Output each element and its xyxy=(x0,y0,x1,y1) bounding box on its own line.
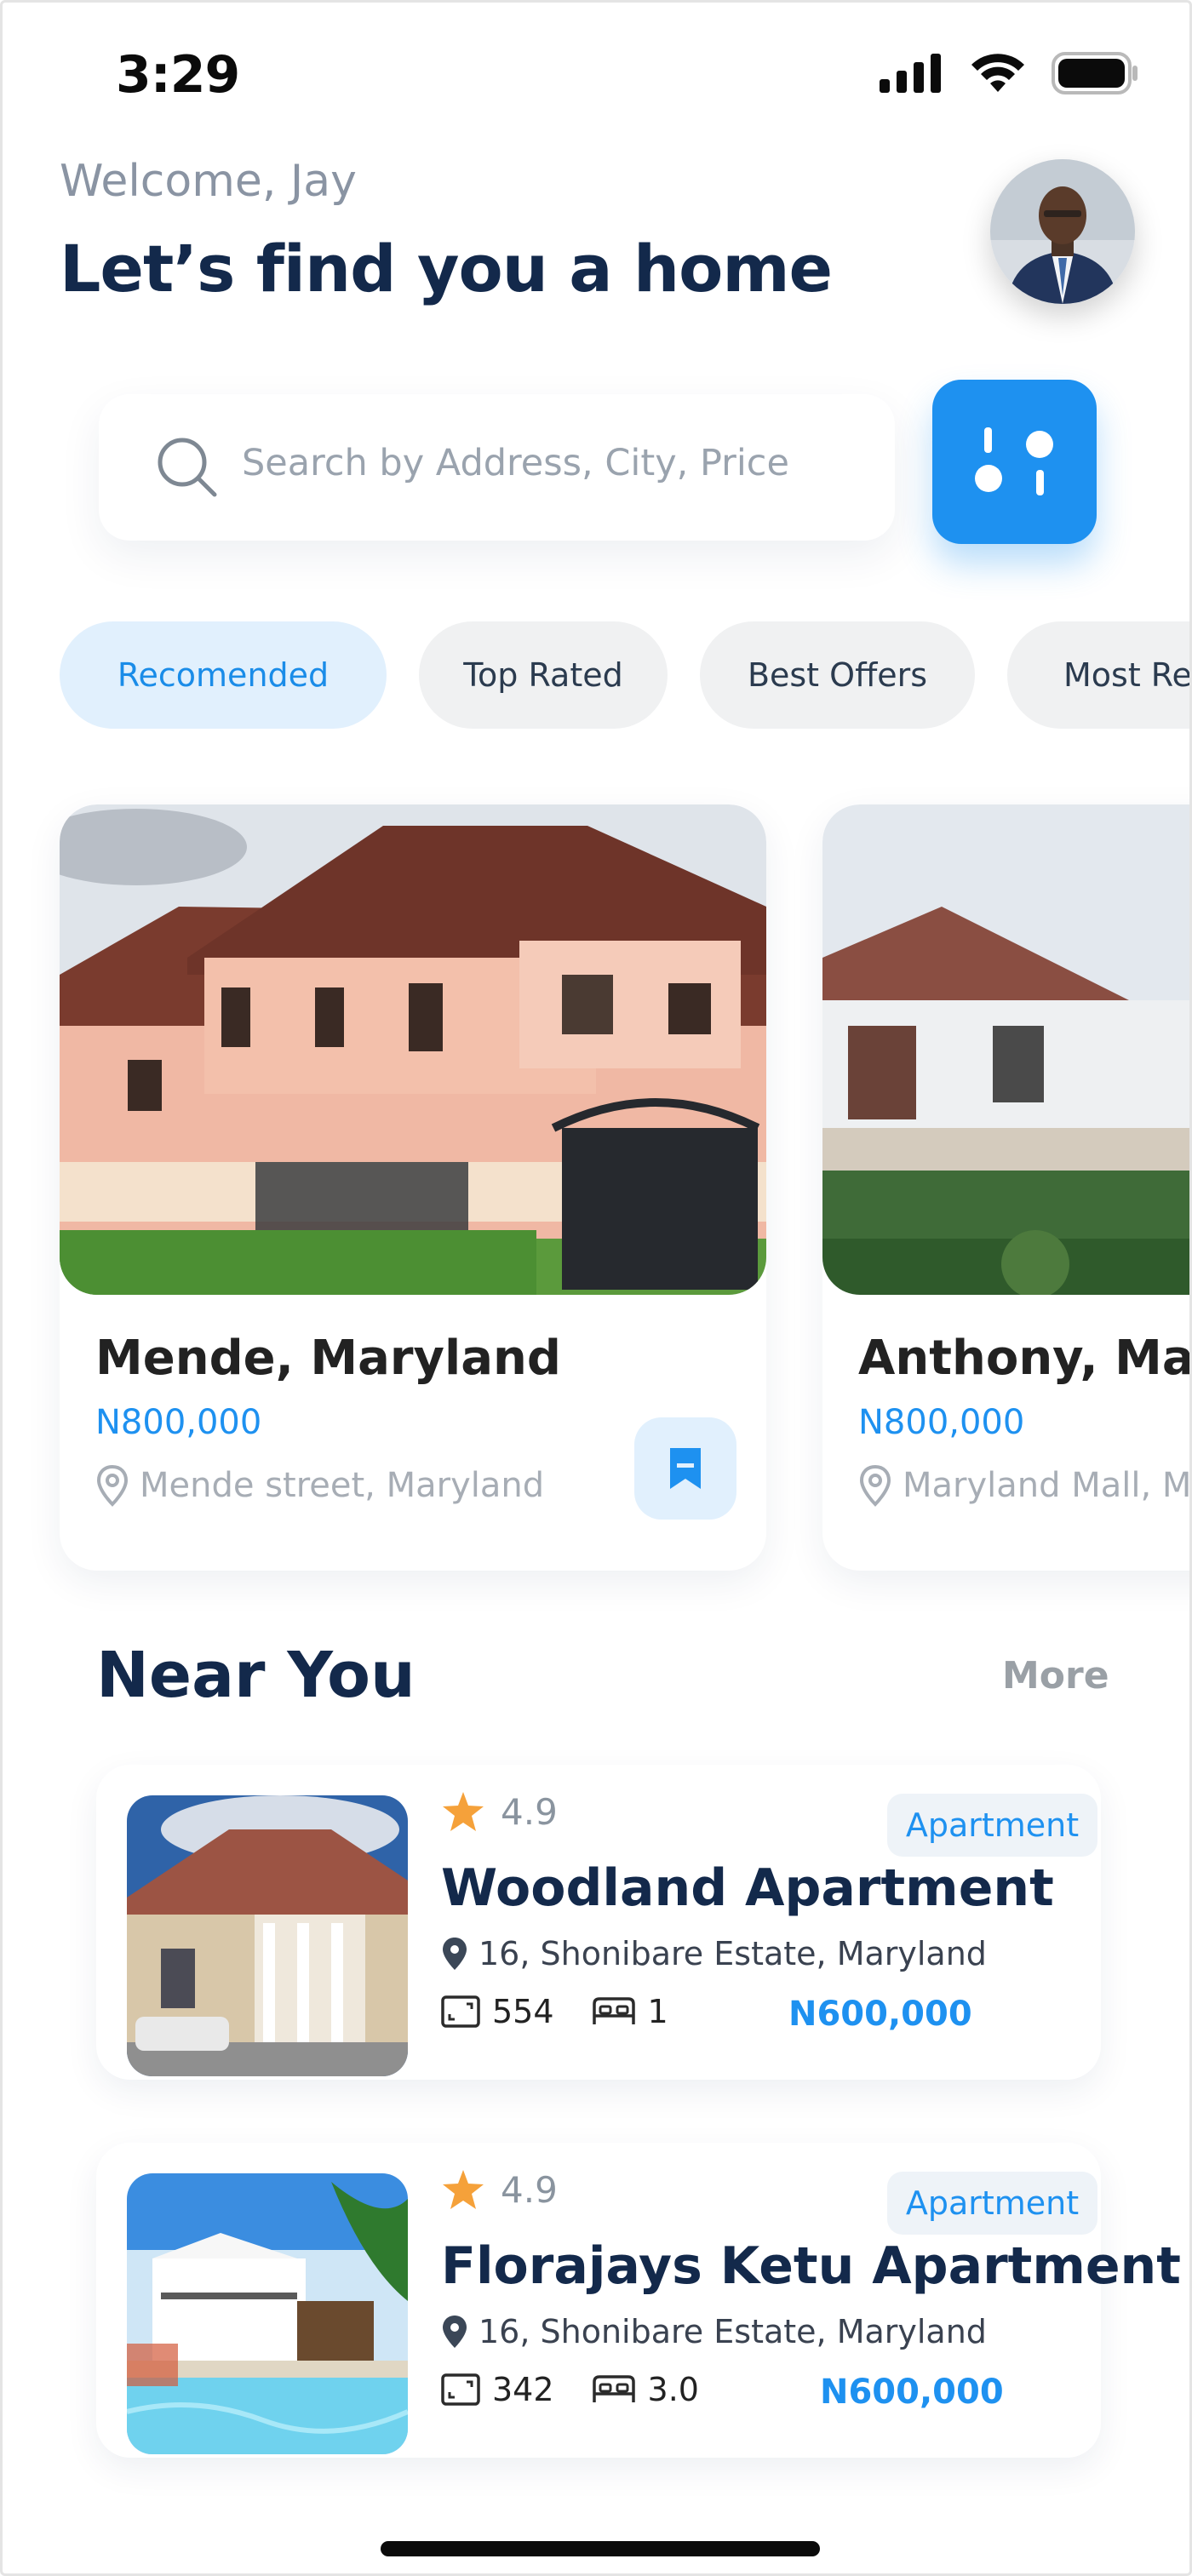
phone-screen: 3:29 Welcome, Jay Let’s find you a home xyxy=(0,0,1192,2576)
property-title: Mende, Maryland xyxy=(95,1331,561,1386)
listing-address: 16, Shonibare Estate, Maryland xyxy=(441,2313,987,2350)
area-value: 554 xyxy=(492,1993,554,2030)
bookmark-icon xyxy=(670,1448,701,1489)
property-location: Mende street, Maryland xyxy=(95,1464,544,1507)
area-icon xyxy=(441,1995,480,2028)
property-location: Maryland Mall, M xyxy=(858,1464,1192,1507)
rating-value: 4.9 xyxy=(501,2168,558,2211)
avatar[interactable] xyxy=(990,159,1135,304)
property-location-text: Maryland Mall, M xyxy=(903,1466,1192,1505)
listing-price: N600,000 xyxy=(788,1995,972,2034)
listing-title: Florajays Ketu Apartment xyxy=(441,2236,1181,2296)
type-badge: Apartment xyxy=(887,2172,1097,2235)
location-pin-icon xyxy=(96,1464,129,1507)
listing-price: N600,000 xyxy=(820,2373,1004,2412)
chip-best-offers[interactable]: Best Offers xyxy=(700,621,975,729)
more-link[interactable]: More xyxy=(1002,1654,1109,1697)
type-badge: Apartment xyxy=(887,1794,1097,1857)
chip-recommended[interactable]: Recomended xyxy=(60,621,387,729)
star-icon xyxy=(443,1792,484,1831)
signal-icon xyxy=(880,54,941,93)
wifi-icon xyxy=(971,54,1024,92)
status-icons xyxy=(880,52,1138,94)
search-icon xyxy=(158,438,217,497)
area-value: 342 xyxy=(492,2371,554,2408)
filter-button[interactable] xyxy=(932,380,1097,544)
featured-card[interactable]: Mende, Maryland N800,000 Mende street, M… xyxy=(60,804,766,1571)
beds-info: 1 xyxy=(592,1993,668,2030)
bed-icon xyxy=(592,1997,635,2024)
location-pin-icon xyxy=(859,1464,891,1507)
search-input[interactable]: Search by Address, City, Price xyxy=(99,394,895,541)
property-price: N800,000 xyxy=(858,1403,1025,1442)
location-pin-icon xyxy=(443,2316,467,2348)
beds-value: 1 xyxy=(647,1993,668,2030)
status-time: 3:29 xyxy=(116,45,240,105)
property-title: Anthony, Mary xyxy=(858,1331,1192,1386)
battery-icon xyxy=(1052,52,1138,94)
property-photo xyxy=(60,804,766,1295)
listing-title: Woodland Apartment xyxy=(441,1858,1054,1918)
rating: 4.9 xyxy=(441,1790,558,1833)
sliders-icon xyxy=(975,427,1053,495)
list-item[interactable]: 4.9 Apartment Woodland Apartment 16, Sho… xyxy=(96,1765,1101,2080)
chip-top-rated[interactable]: Top Rated xyxy=(419,621,668,729)
listing-address-text: 16, Shonibare Estate, Maryland xyxy=(479,1935,987,1972)
bookmark-button[interactable] xyxy=(634,1417,736,1520)
section-title-near-you: Near You xyxy=(96,1639,415,1712)
rating: 4.9 xyxy=(441,2168,558,2211)
property-location-text: Mende street, Maryland xyxy=(140,1466,545,1505)
list-item[interactable]: 4.9 Apartment Florajays Ketu Apartment 1… xyxy=(96,2143,1181,2458)
area-icon xyxy=(441,2373,480,2406)
chip-most-recent[interactable]: Most Re xyxy=(1007,621,1189,729)
listing-thumbnail xyxy=(127,2173,408,2454)
property-photo xyxy=(822,804,1189,1295)
star-icon xyxy=(443,2170,484,2209)
listing-meta: 554 1 xyxy=(441,1993,668,2030)
property-price: N800,000 xyxy=(95,1403,262,1442)
area-info: 554 xyxy=(441,1993,554,2030)
search-placeholder: Search by Address, City, Price xyxy=(242,442,789,484)
welcome-text: Welcome, Jay xyxy=(60,156,357,207)
page-title: Let’s find you a home xyxy=(60,231,833,306)
featured-card[interactable]: Anthony, Mary N800,000 Maryland Mall, M xyxy=(822,804,1192,1571)
listing-address-text: 16, Shonibare Estate, Maryland xyxy=(479,2313,987,2350)
rating-value: 4.9 xyxy=(501,1790,558,1833)
listing-meta: 342 3.0 xyxy=(441,2371,699,2408)
location-pin-icon xyxy=(443,1938,467,1970)
beds-info: 3.0 xyxy=(592,2371,699,2408)
listing-address: 16, Shonibare Estate, Maryland xyxy=(441,1935,987,1972)
area-info: 342 xyxy=(441,2371,554,2408)
listing-thumbnail xyxy=(127,1795,408,2076)
home-indicator[interactable] xyxy=(381,2541,820,2556)
bed-icon xyxy=(592,2375,635,2402)
beds-value: 3.0 xyxy=(647,2371,699,2408)
